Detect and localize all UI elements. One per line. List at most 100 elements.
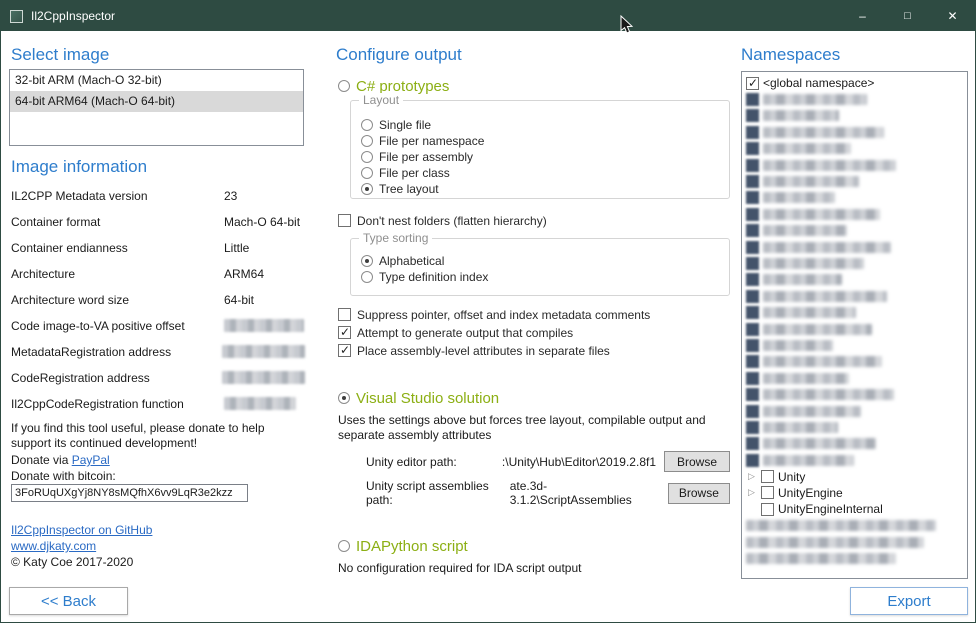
separate-attributes-checkbox-row[interactable]: Place assembly-level attributes in separ… [338, 343, 610, 358]
namespace-item[interactable] [746, 124, 967, 140]
namespace-item[interactable] [746, 452, 967, 468]
expander-icon[interactable]: ▷ [746, 471, 757, 482]
namespace-checkbox[interactable] [746, 372, 759, 385]
namespace-checkbox[interactable] [746, 355, 759, 368]
namespace-checkbox[interactable] [746, 77, 759, 90]
layout-option-tree-layout[interactable]: Tree layout [361, 181, 729, 196]
image-list-item[interactable]: 32-bit ARM (Mach-O 32-bit) [10, 70, 303, 91]
sorting-option-type-definition-index[interactable]: Type definition index [361, 269, 729, 284]
namespace-item[interactable] [746, 272, 967, 288]
flatten-hierarchy-checkbox-row[interactable]: Don't nest folders (flatten hierarchy) [338, 213, 547, 228]
namespace-checkbox[interactable] [746, 191, 759, 204]
namespace-item[interactable] [746, 173, 967, 189]
namespace-item[interactable] [746, 91, 967, 107]
sorting-option-alphabetical[interactable]: Alphabetical [361, 253, 729, 268]
namespace-item[interactable] [746, 386, 967, 402]
namespace-checkbox[interactable] [746, 421, 759, 434]
radio-icon[interactable] [361, 271, 373, 283]
browse-assemblies-path-button[interactable]: Browse [668, 483, 730, 504]
namespace-checkbox[interactable] [746, 109, 759, 122]
namespace-item[interactable] [746, 239, 967, 255]
namespace-item[interactable] [746, 206, 967, 222]
namespace-item[interactable]: <global namespace> [746, 75, 967, 91]
namespace-checkbox[interactable] [761, 503, 774, 516]
namespace-item[interactable] [746, 354, 967, 370]
namespace-checkbox[interactable] [746, 208, 759, 221]
checkbox-icon[interactable] [338, 214, 351, 227]
namespace-checkbox[interactable] [746, 405, 759, 418]
image-list-item-selected[interactable]: 64-bit ARM64 (Mach-O 64-bit) [10, 91, 303, 112]
paypal-link[interactable]: PayPal [72, 453, 110, 467]
namespace-checkbox[interactable] [746, 175, 759, 188]
layout-option-file-per-assembly[interactable]: File per assembly [361, 149, 729, 164]
layout-option-single-file[interactable]: Single file [361, 117, 729, 132]
export-button[interactable]: Export [850, 587, 968, 615]
close-button[interactable]: ✕ [930, 1, 975, 31]
radio-icon[interactable] [338, 540, 350, 552]
namespace-item[interactable] [746, 436, 967, 452]
radio-icon-selected[interactable] [361, 183, 373, 195]
namespace-checkbox[interactable] [746, 323, 759, 336]
namespace-item[interactable]: ▷UnityEngine [746, 485, 967, 501]
namespace-item[interactable]: UnityEngineInternal [746, 501, 967, 517]
idapython-script-option[interactable]: IDAPython script [338, 537, 468, 555]
radio-icon-selected[interactable] [361, 255, 373, 267]
namespace-item[interactable] [746, 403, 967, 419]
namespace-item[interactable]: ▷Unity [746, 468, 967, 484]
namespace-checkbox[interactable] [746, 224, 759, 237]
namespace-checkbox[interactable] [746, 241, 759, 254]
namespace-checkbox[interactable] [746, 257, 759, 270]
visual-studio-solution-option[interactable]: Visual Studio solution [338, 389, 499, 407]
namespace-checkbox[interactable] [746, 159, 759, 172]
namespace-checkbox[interactable] [746, 339, 759, 352]
github-link[interactable]: Il2CppInspector on GitHub [11, 523, 152, 537]
namespace-item[interactable] [746, 370, 967, 386]
radio-icon[interactable] [361, 167, 373, 179]
namespace-item[interactable] [746, 157, 967, 173]
namespace-item[interactable] [746, 141, 967, 157]
namespace-item[interactable] [746, 550, 967, 566]
namespace-item[interactable] [746, 337, 967, 353]
layout-option-file-per-namespace[interactable]: File per namespace [361, 133, 729, 148]
namespace-item[interactable] [746, 223, 967, 239]
namespace-item[interactable] [746, 108, 967, 124]
namespace-checkbox[interactable] [761, 470, 774, 483]
redacted-namespace [763, 225, 847, 236]
website-link[interactable]: www.djkaty.com [11, 539, 96, 553]
expander-icon[interactable]: ▷ [746, 487, 757, 498]
namespace-item[interactable] [746, 419, 967, 435]
suppress-metadata-checkbox-row[interactable]: Suppress pointer, offset and index metad… [338, 307, 650, 322]
namespace-item[interactable] [746, 321, 967, 337]
checkbox-icon[interactable] [338, 308, 351, 321]
radio-icon[interactable] [361, 119, 373, 131]
namespace-checkbox[interactable] [761, 486, 774, 499]
namespace-item[interactable] [746, 534, 967, 550]
radio-icon[interactable] [361, 135, 373, 147]
namespace-item[interactable] [746, 518, 967, 534]
radio-icon[interactable] [338, 80, 350, 92]
checkbox-icon-checked[interactable] [338, 326, 351, 339]
namespace-checkbox[interactable] [746, 454, 759, 467]
compilable-output-checkbox-row[interactable]: Attempt to generate output that compiles [338, 325, 573, 340]
namespace-checkbox[interactable] [746, 306, 759, 319]
checkbox-icon-checked[interactable] [338, 344, 351, 357]
namespace-checkbox[interactable] [746, 142, 759, 155]
browse-editor-path-button[interactable]: Browse [664, 451, 730, 472]
namespace-checkbox[interactable] [746, 93, 759, 106]
namespace-item[interactable] [746, 288, 967, 304]
layout-option-file-per-class[interactable]: File per class [361, 165, 729, 180]
namespace-checkbox[interactable] [746, 290, 759, 303]
minimize-button[interactable]: – [840, 1, 885, 31]
radio-icon[interactable] [361, 151, 373, 163]
namespace-checkbox[interactable] [746, 126, 759, 139]
radio-icon-selected[interactable] [338, 392, 350, 404]
namespace-item[interactable] [746, 190, 967, 206]
back-button[interactable]: << Back [9, 587, 128, 615]
maximize-button[interactable]: □ [885, 1, 930, 31]
namespace-checkbox[interactable] [746, 273, 759, 286]
namespace-checkbox[interactable] [746, 388, 759, 401]
namespace-item[interactable] [746, 255, 967, 271]
namespace-checkbox[interactable] [746, 437, 759, 450]
namespace-item[interactable] [746, 304, 967, 320]
bitcoin-address-input[interactable] [11, 484, 248, 502]
